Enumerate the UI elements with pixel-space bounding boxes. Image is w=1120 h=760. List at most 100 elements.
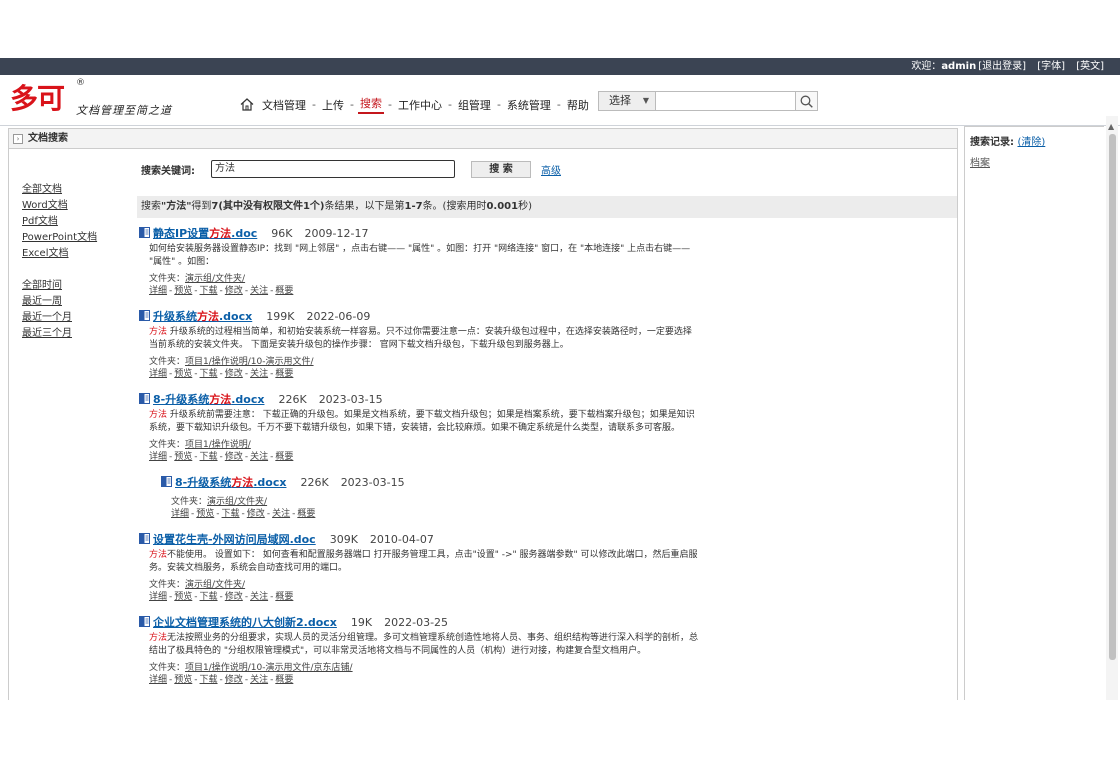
filter-powerpoint[interactable]: PowerPoint文档: [22, 230, 97, 246]
search-scope-select[interactable]: 选择 ▼: [598, 91, 656, 111]
home-icon[interactable]: [240, 98, 254, 111]
page-scrollbar[interactable]: ▲ ▼: [1106, 116, 1118, 700]
keyword-input[interactable]: 方法: [211, 160, 455, 178]
header-search: 选择 ▼: [598, 91, 818, 111]
action-detail-link[interactable]: 详细: [171, 509, 189, 519]
action-detail-link[interactable]: 详细: [149, 369, 167, 379]
action-preview-link[interactable]: 预览: [196, 509, 214, 519]
nav-documents[interactable]: 文档管理: [260, 97, 308, 113]
nav-system[interactable]: 系统管理: [505, 97, 553, 113]
scroll-up-icon[interactable]: ▲: [1108, 122, 1114, 131]
action-follow-link[interactable]: 关注: [250, 286, 268, 296]
nav-separator: -: [349, 98, 354, 111]
action-download-link[interactable]: 下载: [200, 452, 218, 462]
nav-help[interactable]: 帮助: [565, 97, 591, 113]
action-summary-link[interactable]: 概要: [275, 675, 293, 685]
file-date: 2023-03-15: [340, 476, 405, 489]
result-title-link[interactable]: 8-升级系统方法.docx: [175, 474, 286, 490]
result-folder: 文件夹：演示组/文件夹/: [149, 580, 246, 590]
nav-separator: -: [387, 98, 392, 111]
word-doc-icon: [139, 533, 150, 544]
language-link[interactable]: [英文]: [1076, 61, 1104, 72]
result-header: 升级系统方法.docx 199K 2022-06-09: [139, 308, 699, 324]
nav-upload[interactable]: 上传: [320, 97, 346, 113]
action-edit-link[interactable]: 修改: [247, 509, 265, 519]
action-summary-link[interactable]: 概要: [275, 452, 293, 462]
result-header: 静态IP设置方法.doc 96K 2009-12-17: [139, 225, 699, 241]
action-summary-link[interactable]: 概要: [275, 286, 293, 296]
nav-search[interactable]: 搜索: [357, 95, 384, 114]
header-search-input[interactable]: [656, 91, 796, 111]
result-title-link[interactable]: 企业文档管理系统的八大创新2.docx: [153, 614, 337, 630]
action-edit-link[interactable]: 修改: [225, 452, 243, 462]
folder-link[interactable]: 项目1/操作说明/: [185, 440, 251, 450]
action-download-link[interactable]: 下载: [222, 509, 240, 519]
action-follow-link[interactable]: 关注: [250, 675, 268, 685]
logo[interactable]: 多可 ® 文档管理至简之道: [10, 78, 180, 118]
action-edit-link[interactable]: 修改: [225, 369, 243, 379]
action-detail-link[interactable]: 详细: [149, 675, 167, 685]
scroll-thumb[interactable]: [1109, 134, 1116, 660]
action-detail-link[interactable]: 详细: [149, 286, 167, 296]
action-detail-link[interactable]: 详细: [149, 452, 167, 462]
action-summary-link[interactable]: 概要: [275, 369, 293, 379]
action-download-link[interactable]: 下载: [200, 286, 218, 296]
action-preview-link[interactable]: 预览: [174, 286, 192, 296]
filter-word[interactable]: Word文档: [22, 198, 97, 214]
action-separator: -: [241, 509, 245, 519]
action-follow-link[interactable]: 关注: [272, 509, 290, 519]
file-size: 19K: [350, 616, 373, 629]
action-edit-link[interactable]: 修改: [225, 675, 243, 685]
search-button[interactable]: 搜 索: [471, 160, 531, 178]
action-separator: -: [244, 369, 249, 379]
folder-link[interactable]: 项目1/操作说明/10-演示用文件/京东店铺/: [185, 663, 353, 673]
header-search-button[interactable]: [796, 91, 818, 111]
action-separator: -: [169, 675, 173, 685]
filter-all-docs[interactable]: 全部文档: [22, 182, 97, 198]
action-download-link[interactable]: 下载: [200, 675, 218, 685]
result-title-link[interactable]: 8-升级系统方法.docx: [153, 391, 264, 407]
action-summary-link[interactable]: 概要: [275, 592, 293, 602]
filter-excel[interactable]: Excel文档: [22, 246, 97, 262]
action-preview-link[interactable]: 预览: [174, 452, 192, 462]
action-preview-link[interactable]: 预览: [174, 675, 192, 685]
nav-groups[interactable]: 组管理: [456, 97, 493, 113]
action-separator: -: [194, 286, 198, 296]
result-header: 8-升级系统方法.docx 226K 2023-03-15: [161, 474, 699, 490]
filter-last-month[interactable]: 最近一个月: [22, 310, 97, 326]
action-summary-link[interactable]: 概要: [297, 509, 315, 519]
history-item[interactable]: 档案: [970, 154, 990, 169]
filter-pdf[interactable]: Pdf文档: [22, 214, 97, 230]
font-link[interactable]: [字体]: [1037, 61, 1065, 72]
action-edit-link[interactable]: 修改: [225, 286, 243, 296]
word-doc-icon: [139, 616, 150, 627]
action-download-link[interactable]: 下载: [200, 369, 218, 379]
result-title-link[interactable]: 设置花生壳-外网访问局域网.doc: [153, 531, 316, 547]
action-detail-link[interactable]: 详细: [149, 592, 167, 602]
folder-link[interactable]: 演示组/文件夹/: [185, 274, 245, 284]
result-title-link[interactable]: 升级系统方法.docx: [153, 308, 252, 324]
result-actions: 详细 - 预览 - 下载 - 修改 - 关注 - 概要: [149, 674, 699, 686]
action-follow-link[interactable]: 关注: [250, 592, 268, 602]
folder-link[interactable]: 演示组/文件夹/: [207, 497, 267, 507]
action-follow-link[interactable]: 关注: [250, 452, 268, 462]
filter-last-week[interactable]: 最近一周: [22, 294, 97, 310]
action-preview-link[interactable]: 预览: [174, 369, 192, 379]
logout-link[interactable]: [退出登录]: [978, 61, 1026, 72]
action-separator: -: [169, 452, 173, 462]
clear-history-link[interactable]: (清除): [1017, 137, 1045, 148]
file-size: 309K: [329, 533, 358, 546]
advanced-search-link[interactable]: 高级: [541, 162, 561, 177]
folder-link[interactable]: 演示组/文件夹/: [185, 580, 245, 590]
folder-link[interactable]: 项目1/操作说明/10-演示用文件/: [185, 357, 314, 367]
action-download-link[interactable]: 下载: [200, 592, 218, 602]
action-separator: -: [219, 592, 223, 602]
filter-all-time[interactable]: 全部时间: [22, 278, 97, 294]
collapse-icon[interactable]: ›: [13, 133, 23, 144]
nav-work-center[interactable]: 工作中心: [396, 97, 444, 113]
action-preview-link[interactable]: 预览: [174, 592, 192, 602]
filter-last-3-months[interactable]: 最近三个月: [22, 326, 97, 342]
action-follow-link[interactable]: 关注: [250, 369, 268, 379]
action-edit-link[interactable]: 修改: [225, 592, 243, 602]
result-title-link[interactable]: 静态IP设置方法.doc: [153, 225, 257, 241]
